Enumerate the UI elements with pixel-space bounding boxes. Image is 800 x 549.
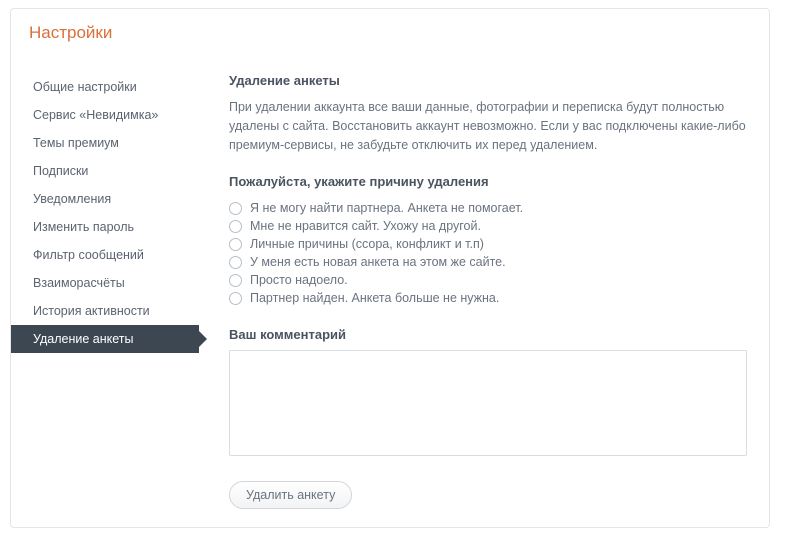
main-content: Удаление анкеты При удалении аккаунта вс…	[199, 53, 769, 509]
sidebar-item-9[interactable]: Удаление анкеты	[11, 325, 199, 353]
reason-heading: Пожалуйста, укажите причину удаления	[229, 174, 747, 189]
panel-body: Общие настройкиСервис «Невидимка»Темы пр…	[11, 53, 769, 527]
radio-icon[interactable]	[229, 202, 242, 215]
delete-button[interactable]: Удалить анкету	[229, 481, 352, 509]
delete-description: При удалении аккаунта все ваши данные, ф…	[229, 98, 747, 154]
reason-row-2[interactable]: Личные причины (ссора, конфликт и т.п)	[229, 235, 747, 253]
reason-label: Я не могу найти партнера. Анкета не помо…	[250, 201, 523, 215]
reason-list: Я не могу найти партнера. Анкета не помо…	[229, 199, 747, 307]
radio-icon[interactable]	[229, 274, 242, 287]
sidebar-item-5[interactable]: Изменить пароль	[11, 213, 199, 241]
sidebar-item-0[interactable]: Общие настройки	[11, 73, 199, 101]
reason-row-3[interactable]: У меня есть новая анкета на этом же сайт…	[229, 253, 747, 271]
settings-panel: Настройки Общие настройкиСервис «Невидим…	[10, 8, 770, 528]
sidebar-item-7[interactable]: Взаиморасчёты	[11, 269, 199, 297]
radio-icon[interactable]	[229, 238, 242, 251]
reason-row-5[interactable]: Партнер найден. Анкета больше не нужна.	[229, 289, 747, 307]
reason-label: Мне не нравится сайт. Ухожу на другой.	[250, 219, 481, 233]
reason-row-4[interactable]: Просто надоело.	[229, 271, 747, 289]
sidebar-item-2[interactable]: Темы премиум	[11, 129, 199, 157]
sidebar-item-1[interactable]: Сервис «Невидимка»	[11, 101, 199, 129]
panel-header: Настройки	[11, 9, 769, 53]
reason-row-1[interactable]: Мне не нравится сайт. Ухожу на другой.	[229, 217, 747, 235]
sidebar-item-3[interactable]: Подписки	[11, 157, 199, 185]
page-title: Настройки	[29, 23, 751, 43]
radio-icon[interactable]	[229, 220, 242, 233]
radio-icon[interactable]	[229, 292, 242, 305]
settings-sidebar: Общие настройкиСервис «Невидимка»Темы пр…	[11, 53, 199, 509]
sidebar-item-8[interactable]: История активности	[11, 297, 199, 325]
radio-icon[interactable]	[229, 256, 242, 269]
reason-label: У меня есть новая анкета на этом же сайт…	[250, 255, 506, 269]
section-heading: Удаление анкеты	[229, 73, 747, 88]
sidebar-item-6[interactable]: Фильтр сообщений	[11, 241, 199, 269]
comment-textarea[interactable]	[229, 350, 747, 456]
comment-label: Ваш комментарий	[229, 327, 747, 342]
reason-label: Партнер найден. Анкета больше не нужна.	[250, 291, 499, 305]
sidebar-item-4[interactable]: Уведомления	[11, 185, 199, 213]
reason-label: Просто надоело.	[250, 273, 348, 287]
reason-label: Личные причины (ссора, конфликт и т.п)	[250, 237, 484, 251]
reason-row-0[interactable]: Я не могу найти партнера. Анкета не помо…	[229, 199, 747, 217]
